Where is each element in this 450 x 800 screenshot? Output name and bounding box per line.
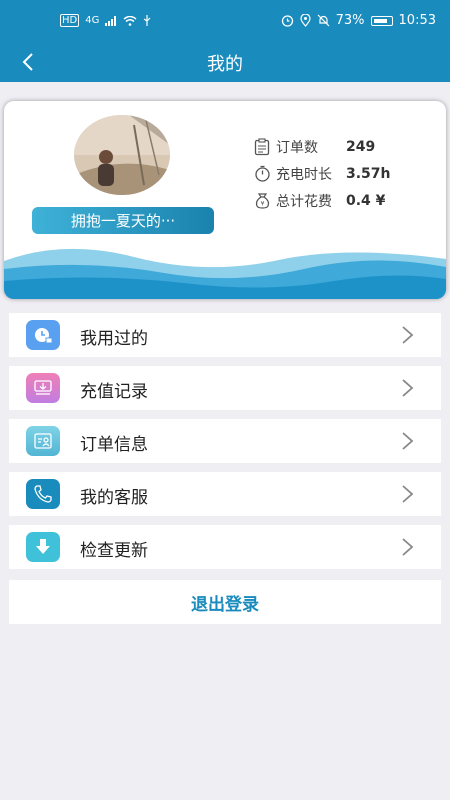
avatar-photo (74, 115, 170, 195)
menu-item-customer-service[interactable]: 我的客服 (9, 472, 441, 516)
stat-label: 充电时长 (276, 166, 332, 183)
chevron-right-icon (402, 432, 414, 450)
alarm-icon (281, 15, 293, 27)
chevron-right-icon (402, 538, 414, 556)
menu-list: 我用过的 充值记录 订单信息 我的客服 检查更新 (9, 313, 441, 578)
wifi-icon (123, 15, 137, 26)
chevron-right-icon (402, 326, 414, 344)
menu-label: 充值记录 (80, 382, 148, 402)
status-left: HD 4G (60, 14, 151, 27)
clock-time: 10:53 (398, 13, 436, 28)
money-bag-icon: ¥ (252, 191, 272, 211)
network-label: 4G (85, 15, 100, 26)
clipboard-icon (252, 137, 272, 157)
menu-item-recharge-record[interactable]: 充值记录 (9, 366, 441, 410)
stat-value: 0.4 ¥ (346, 192, 386, 209)
signal-icon (105, 15, 117, 26)
chevron-right-icon (402, 379, 414, 397)
chevron-right-icon (402, 485, 414, 503)
menu-item-used[interactable]: 我用过的 (9, 313, 441, 357)
stat-value: 249 (346, 138, 376, 155)
mute-bell-icon (317, 14, 330, 27)
menu-item-check-update[interactable]: 检查更新 (9, 525, 441, 569)
clock-icon (26, 320, 60, 350)
order-info-icon (26, 426, 60, 456)
menu-label: 我的客服 (80, 488, 148, 508)
stat-label: 订单数 (276, 139, 318, 156)
phone-icon (26, 479, 60, 509)
profile-card: 拥抱一夏天的··· 订单数 249 充电时长 3.57h ¥ 总计花费 0.4 … (4, 101, 446, 299)
avatar[interactable] (74, 115, 170, 195)
stat-value: 3.57h (346, 165, 391, 182)
recharge-icon (26, 373, 60, 403)
logout-button[interactable]: 退出登录 (9, 580, 441, 624)
menu-item-order-info[interactable]: 订单信息 (9, 419, 441, 463)
stopwatch-icon (252, 164, 272, 184)
battery-percent: 73% (335, 13, 365, 28)
battery-icon (370, 15, 393, 26)
username-label[interactable]: 拥抱一夏天的··· (32, 207, 214, 234)
usb-icon (144, 15, 151, 26)
stats-list: 订单数 249 充电时长 3.57h ¥ 总计花费 0.4 ¥ (252, 133, 391, 214)
menu-label: 订单信息 (80, 435, 148, 455)
menu-label: 我用过的 (80, 329, 148, 349)
nav-bar: 我的 (0, 42, 450, 82)
stat-row-orders: 订单数 249 (252, 133, 391, 160)
svg-text:¥: ¥ (260, 201, 264, 208)
status-right: 73% 10:53 (281, 13, 436, 28)
stat-row-total-cost: ¥ 总计花费 0.4 ¥ (252, 187, 391, 214)
page-title: 我的 (207, 54, 243, 75)
stat-label: 总计花费 (276, 193, 332, 210)
menu-label: 检查更新 (80, 541, 148, 561)
download-icon (26, 532, 60, 562)
status-bar: HD 4G 73% 10:53 (0, 0, 450, 42)
location-icon (300, 14, 311, 27)
hd-label: HD (60, 14, 80, 27)
stat-row-charge-time: 充电时长 3.57h (252, 160, 391, 187)
wave-decoration (4, 248, 446, 299)
